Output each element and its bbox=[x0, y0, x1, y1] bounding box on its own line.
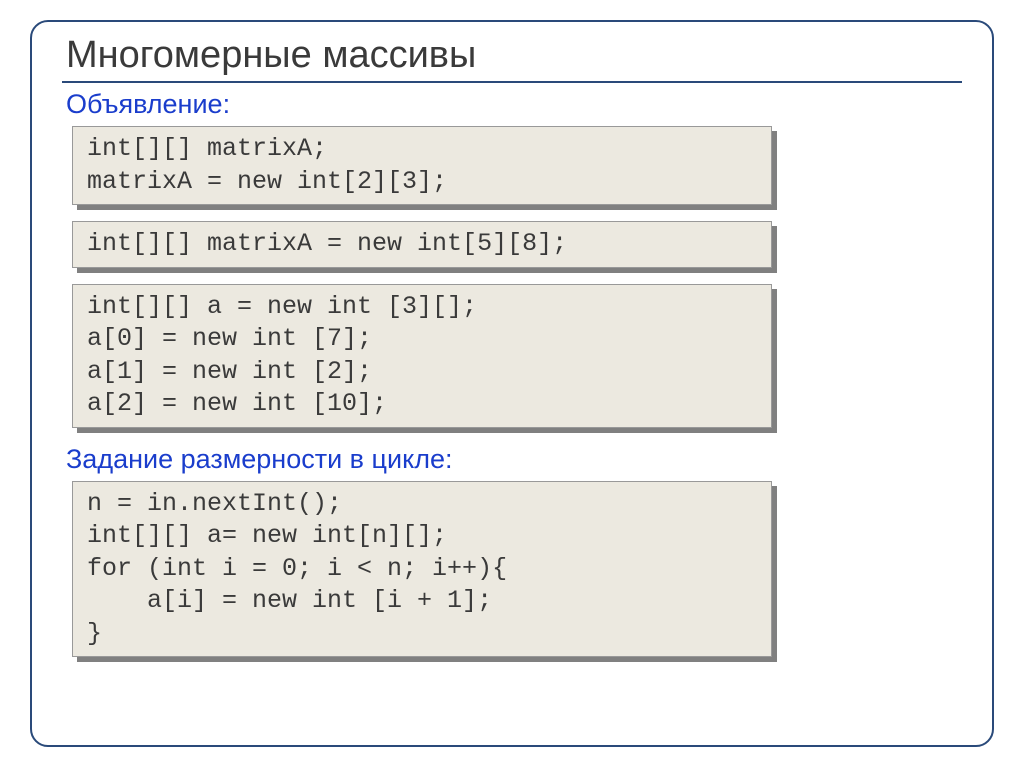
section-loop-dimension: Задание размерности в цикле: bbox=[62, 444, 962, 475]
title-underline bbox=[62, 81, 962, 83]
slide-title: Многомерные массивы bbox=[62, 34, 962, 77]
code-content-4: n = in.nextInt(); int[][] a= new int[n][… bbox=[72, 481, 772, 658]
code-block-4: n = in.nextInt(); int[][] a= new int[n][… bbox=[72, 481, 772, 658]
code-block-3: int[][] a = new int [3][]; a[0] = new in… bbox=[72, 284, 772, 428]
code-content-2: int[][] matrixA = new int[5][8]; bbox=[72, 221, 772, 268]
code-content-3: int[][] a = new int [3][]; a[0] = new in… bbox=[72, 284, 772, 428]
code-content-1: int[][] matrixA; matrixA = new int[2][3]… bbox=[72, 126, 772, 205]
slide-frame: Многомерные массивы Объявление: int[][] … bbox=[30, 20, 994, 747]
section-declaration: Объявление: bbox=[62, 89, 962, 120]
code-block-2: int[][] matrixA = new int[5][8]; bbox=[72, 221, 772, 268]
code-block-1: int[][] matrixA; matrixA = new int[2][3]… bbox=[72, 126, 772, 205]
